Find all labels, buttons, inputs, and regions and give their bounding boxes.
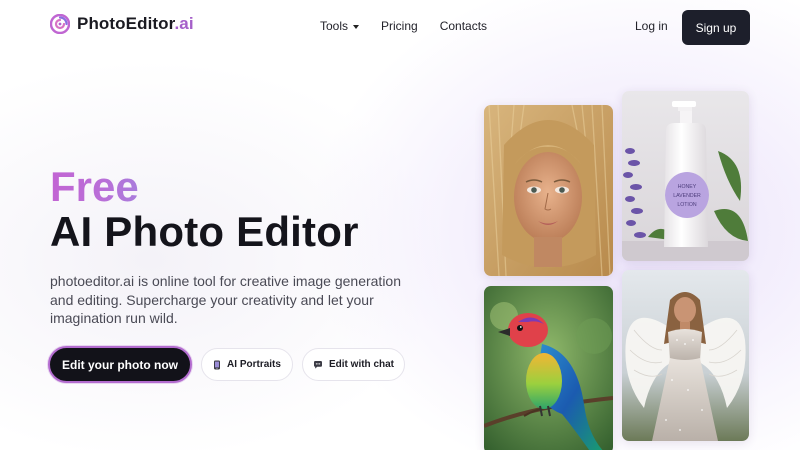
bottle-label-line2: LAVENDER: [673, 193, 701, 199]
site-header: PhotoEditor.ai Tools Pricing Contacts Lo…: [0, 0, 800, 54]
chat-icon: [314, 360, 322, 369]
hero-title: AI Photo Editor: [50, 208, 359, 255]
logo[interactable]: PhotoEditor.ai: [50, 14, 194, 34]
hero-highlight: Free: [50, 163, 139, 210]
nav-tools-label: Tools: [320, 19, 349, 33]
gallery-image-angel-woman: [622, 270, 749, 441]
phone-icon: [214, 360, 221, 369]
gallery-image-lotion-bottle: HONEY LAVENDER LOTION: [622, 91, 749, 261]
swirl-logo-icon: [50, 14, 70, 34]
main-nav: Tools Pricing Contacts: [320, 19, 487, 33]
gallery-image-golden-portrait: [484, 105, 613, 276]
edit-photo-button[interactable]: Edit your photo now: [48, 346, 192, 383]
nav-tools[interactable]: Tools: [320, 19, 360, 33]
chevron-down-icon: [353, 24, 360, 29]
ai-portraits-button[interactable]: AI Portraits: [201, 348, 293, 381]
ai-portraits-label: AI Portraits: [227, 359, 281, 370]
gallery-image-colorful-bird: [484, 286, 613, 450]
edit-with-chat-label: Edit with chat: [329, 359, 394, 370]
landing-page: PhotoEditor.ai Tools Pricing Contacts Lo…: [0, 0, 800, 450]
nav-contacts[interactable]: Contacts: [440, 19, 487, 33]
edit-with-chat-button[interactable]: Edit with chat: [302, 348, 405, 381]
bottle-label-line1: HONEY: [678, 184, 697, 190]
logo-text: PhotoEditor.ai: [77, 14, 194, 33]
login-link[interactable]: Log in: [635, 19, 668, 33]
nav-pricing[interactable]: Pricing: [381, 19, 418, 33]
signup-button[interactable]: Sign up: [682, 10, 750, 45]
bottle-label-line3: LOTION: [677, 202, 697, 208]
hero-description: photoeditor.ai is online tool for creati…: [50, 273, 401, 326]
